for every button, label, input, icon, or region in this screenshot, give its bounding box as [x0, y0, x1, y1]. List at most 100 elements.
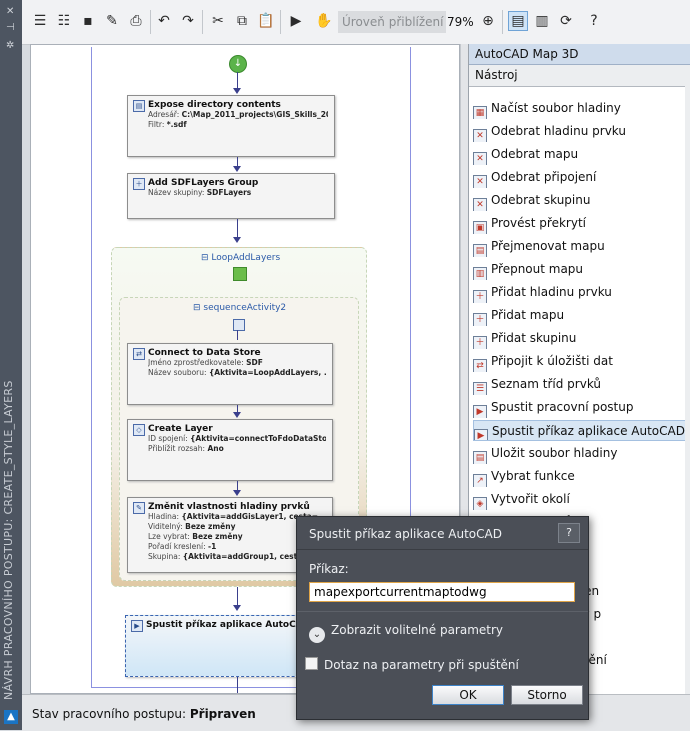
panel-item-label: Přidat hladinu prvku — [491, 285, 612, 299]
activity-tool-icon: ↗ — [473, 474, 487, 487]
toolbar-divider — [502, 10, 503, 34]
panel-item[interactable]: ✕ Odebrat skupinu — [473, 190, 687, 211]
panel-item[interactable]: ▶ Spustit pracovní postup — [473, 397, 687, 418]
panel-item[interactable]: ⇄ Připojit k úložišti dat — [473, 351, 687, 372]
activity-create-layer[interactable]: ◇ Create Layer ID spojení: {Aktivita=con… — [127, 419, 333, 481]
connector-arrowhead — [233, 237, 241, 243]
connector-arrowhead — [233, 412, 241, 418]
checkbox-box[interactable] — [305, 657, 318, 670]
activity-tool-icon: ＋ — [473, 336, 487, 349]
connector-arrowhead — [233, 605, 241, 611]
start-node-icon: ↓ — [229, 55, 247, 73]
command-input[interactable] — [309, 582, 575, 602]
activity-tool-icon: ✕ — [473, 175, 487, 188]
layout-view-icon[interactable]: ▤ — [508, 11, 528, 31]
activity-title: Změnit vlastnosti hladiny prvků — [148, 502, 310, 512]
new-workflow-icon[interactable]: ☰ — [30, 11, 50, 31]
show-optional-params-label: Zobrazit volitelné parametry — [331, 623, 504, 637]
zoom-icon[interactable]: ⊕ — [478, 11, 498, 31]
loop-label: ⊟ LoopAddLayers — [201, 253, 281, 263]
activity-param: Název souboru: {Aktivita=LoopAddLayers, … — [148, 368, 326, 377]
workflow-status-value: Připraven — [189, 707, 256, 721]
help-icon[interactable]: ? — [584, 11, 604, 31]
zoom-level-field[interactable]: Úroveň přiblížení — [338, 11, 446, 33]
activity-tool-icon: ▥ — [473, 267, 487, 280]
activity-icon: ✎ — [133, 502, 145, 514]
panel-item[interactable]: ▶ Spustit příkaz aplikace AutoCAD — [473, 420, 687, 441]
panel-item[interactable]: ＋ Přidat skupinu — [473, 328, 687, 349]
save-as-icon[interactable]: ✎ — [102, 11, 122, 31]
print-icon[interactable]: ⎙ — [126, 11, 146, 31]
panel-item-label: Odebrat hladinu prvku — [491, 124, 626, 138]
activity-title: Expose directory contents — [148, 100, 281, 110]
activity-param: Jméno zprostředkovatele: SDF — [148, 358, 263, 367]
panel-item[interactable]: ▤ Přejmenovat mapu — [473, 236, 687, 257]
open-workflow-icon[interactable]: ☷ — [54, 11, 74, 31]
zoom-value: 79% — [447, 15, 474, 29]
panel-item[interactable]: ＋ Přidat hladinu prvku — [473, 282, 687, 303]
run-workflow-icon[interactable]: ▶ — [286, 11, 306, 31]
cut-icon[interactable]: ✂ — [208, 11, 228, 31]
panel-item[interactable]: ↗ Vybrat funkce — [473, 466, 687, 487]
dialog-divider — [297, 611, 588, 612]
dialog-divider — [297, 549, 588, 550]
panel-section-header[interactable]: Nástroj — [469, 65, 690, 87]
pin-icon[interactable]: ⊣ — [6, 22, 15, 33]
settings-icon[interactable]: ✲ — [6, 40, 14, 51]
pan-hand-icon[interactable]: ✋ — [314, 11, 334, 31]
panel-item[interactable]: ▤ Uložit soubor hladiny — [473, 443, 687, 464]
panel-item-label: Načíst soubor hladiny — [491, 101, 621, 115]
ok-button[interactable]: OK — [432, 685, 504, 705]
activity-tool-icon: ◈ — [473, 497, 487, 510]
toolbar-divider — [150, 10, 151, 34]
toolbar: ☰ ☷ ▪ ✎ ⎙ ↶ ↷ ✂ ⧉ 📋 ▶ ✋ Úroveň přiblížen… — [22, 0, 690, 45]
panel-item-label: Spustit příkaz aplikace AutoCAD — [492, 424, 685, 438]
panel-item[interactable]: ◈ Vytvořit okolí — [473, 489, 687, 510]
activity-icon: ◇ — [133, 424, 145, 436]
dialog-title: Spustit příkaz aplikace AutoCAD — [309, 527, 502, 541]
command-label: Příkaz: — [309, 562, 349, 576]
panel-item-label: Vytvořit okolí — [491, 492, 570, 506]
activity-tool-icon: ▶ — [473, 405, 487, 418]
prompt-params-checkbox[interactable]: Dotaz na parametry při spuštění — [305, 657, 519, 672]
close-icon[interactable]: ✕ — [6, 6, 14, 17]
panel-item-label: Přidat skupinu — [491, 331, 577, 345]
paste-icon[interactable]: 📋 — [256, 11, 276, 31]
activity-expose-directory[interactable]: ▤ Expose directory contents Adresář: C:\… — [127, 95, 335, 157]
connector-arrowhead — [233, 166, 241, 172]
panel-item[interactable]: ✕ Odebrat připojení — [473, 167, 687, 188]
activity-tool-icon: ▦ — [473, 106, 487, 119]
toolbar-divider — [280, 10, 281, 34]
chevron-down-icon: ⌄ — [309, 627, 325, 643]
panel-item[interactable]: ▥ Přepnout mapu — [473, 259, 687, 280]
split-view-icon[interactable]: ▥ — [532, 11, 552, 31]
activity-add-group[interactable]: ＋ Add SDFLayers Group Název skupiny: SDF… — [127, 173, 335, 219]
save-icon[interactable]: ▪ — [78, 11, 98, 31]
panel-scrollbar[interactable] — [685, 86, 690, 694]
panel-item[interactable]: ▦ Načíst soubor hladiny — [473, 98, 687, 119]
autocad-logo-icon[interactable]: ▲ — [4, 710, 18, 724]
panel-item[interactable]: ▣ Provést překrytí — [473, 213, 687, 234]
show-optional-params-toggle[interactable]: ⌄ Zobrazit volitelné parametry — [309, 623, 503, 643]
panel-item-label: Přepnout mapu — [491, 262, 584, 276]
activity-tool-icon: ☰ — [473, 382, 487, 395]
panel-item[interactable]: ✕ Odebrat mapu — [473, 144, 687, 165]
copy-icon[interactable]: ⧉ — [232, 11, 252, 31]
refresh-icon[interactable]: ⟳ — [556, 11, 576, 31]
designer-vertical-title: NÁVRH PRACOVNÍHO POSTUPU: CREATE_STYLE_L… — [2, 380, 15, 700]
cancel-button[interactable]: Storno — [511, 685, 583, 705]
panel-item[interactable]: ＋ Přidat mapu — [473, 305, 687, 326]
sequence-label: ⊟ sequenceActivity2 — [193, 303, 287, 313]
panel-item[interactable]: ✕ Odebrat hladinu prvku — [473, 121, 687, 142]
activity-icon: ▶ — [131, 620, 143, 632]
help-button[interactable]: ? — [558, 523, 580, 543]
panel-item[interactable]: ☰ Seznam tříd prvků — [473, 374, 687, 395]
workflow-designer-side-strip: ✕ ⊣ ✲ NÁVRH PRACOVNÍHO POSTUPU: CREATE_S… — [0, 0, 22, 730]
panel-item-label: Uložit soubor hladiny — [491, 446, 618, 460]
activity-connect-data-store[interactable]: ⇄ Connect to Data Store Jméno zprostředk… — [127, 343, 333, 405]
run-command-dialog: Spustit příkaz aplikace AutoCAD ? Příkaz… — [296, 516, 589, 720]
redo-icon[interactable]: ↷ — [178, 11, 198, 31]
activity-tool-icon: ✕ — [473, 152, 487, 165]
undo-icon[interactable]: ↶ — [154, 11, 174, 31]
connector-arrowhead — [233, 88, 241, 94]
